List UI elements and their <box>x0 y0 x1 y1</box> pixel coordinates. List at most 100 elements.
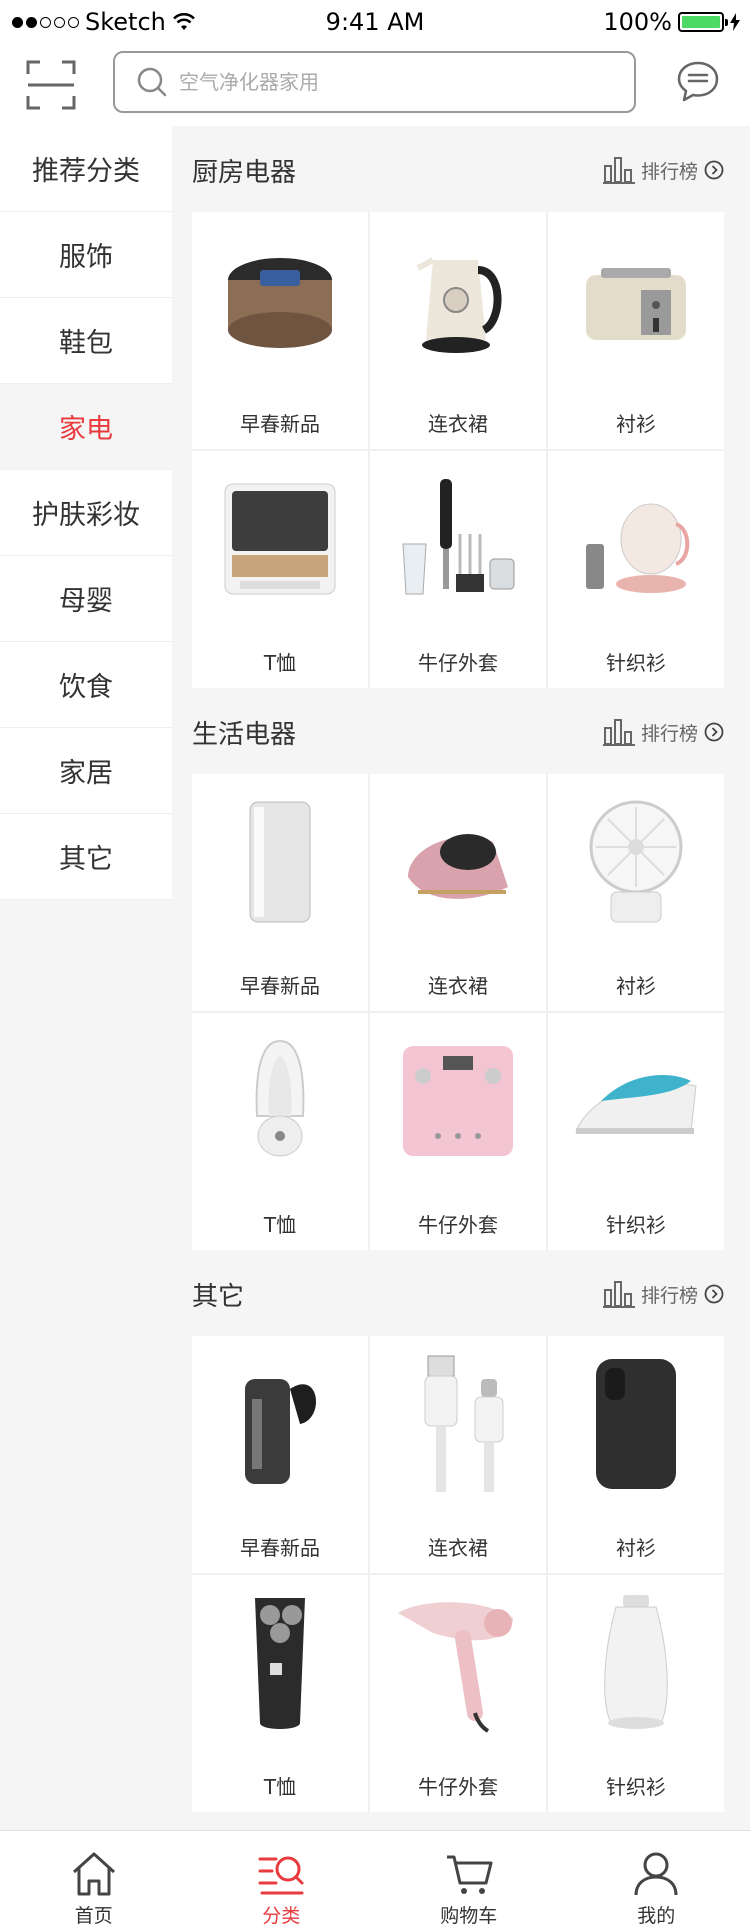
category-content: 厨房电器 排行榜 早春新品 连衣裙 衬衫 T恤 牛仔外套 针织衫 生活电器 排行… <box>192 126 724 1812</box>
product-item[interactable]: 针织衫 <box>548 451 724 688</box>
battery-info: 100% <box>603 8 740 36</box>
sidebar-item-recommended[interactable]: 推荐分类 <box>0 126 172 212</box>
steam-iron-icon <box>575 1075 697 1134</box>
section-header: 厨房电器 排行榜 <box>192 126 724 212</box>
ranking-link[interactable]: 排行榜 <box>602 156 724 184</box>
product-label: 衬衫 <box>616 412 656 436</box>
product-label: 牛仔外套 <box>418 651 498 675</box>
home-icon <box>72 1852 115 1896</box>
product-item[interactable]: T恤 <box>192 1575 368 1812</box>
bluetooth-headset-icon <box>245 1379 317 1484</box>
product-label: 衬衫 <box>616 974 656 998</box>
product-label: 连衣裙 <box>428 412 488 436</box>
product-item[interactable]: 早春新品 <box>192 774 368 1011</box>
hand-blender-icon <box>402 479 515 595</box>
tab-bar: 首页 分类 购物车 我的 <box>0 1830 750 1930</box>
product-item[interactable]: 牛仔外套 <box>370 1013 546 1250</box>
product-label: 早春新品 <box>240 1536 320 1560</box>
product-item[interactable]: 牛仔外套 <box>370 1575 546 1812</box>
section-kitchen-appliances: 厨房电器 排行榜 早春新品 连衣裙 衬衫 T恤 牛仔外套 针织衫 <box>192 126 724 688</box>
product-item[interactable]: 衬衫 <box>548 774 724 1011</box>
section-title: 生活电器 <box>192 720 297 750</box>
sidebar-item-baby[interactable]: 母婴 <box>0 556 172 642</box>
user-icon <box>634 1852 678 1896</box>
product-label: T恤 <box>263 651 297 675</box>
section-header: 其它 排行榜 <box>192 1250 724 1336</box>
ranking-label: 排行榜 <box>640 160 698 183</box>
category-sidebar: 推荐分类 服饰 鞋包 家电 护肤彩妆 母婴 饮食 家居 其它 <box>0 126 172 900</box>
ranking-link[interactable]: 排行榜 <box>602 718 724 746</box>
tab-label: 分类 <box>262 1905 301 1927</box>
sidebar-item-shoes-bags[interactable]: 鞋包 <box>0 298 172 384</box>
humidifier-icon <box>604 1595 668 1729</box>
product-item[interactable]: T恤 <box>192 451 368 688</box>
product-item[interactable]: 针织衫 <box>548 1575 724 1812</box>
product-grid: 早春新品 连衣裙 衬衫 T恤 牛仔外套 针织衫 <box>192 1336 724 1812</box>
toaster-icon <box>586 268 686 340</box>
product-item[interactable]: 衬衫 <box>548 1336 724 1573</box>
tab-category[interactable]: 分类 <box>188 1831 376 1930</box>
section-other: 其它 排行榜 早春新品 连衣裙 衬衫 T恤 牛仔外套 针织衫 <box>192 1250 724 1812</box>
product-item[interactable]: 连衣裙 <box>370 1336 546 1573</box>
status-bar: Sketch 9:41 AM 100% <box>0 0 750 44</box>
product-item[interactable]: 牛仔外套 <box>370 451 546 688</box>
product-item[interactable]: 针织衫 <box>548 1013 724 1250</box>
hair-dryer-icon <box>398 1602 513 1733</box>
product-item[interactable]: 衬衫 <box>548 212 724 449</box>
product-label: 牛仔外套 <box>418 1775 498 1799</box>
ranking-label: 排行榜 <box>640 1284 698 1307</box>
search-icon <box>137 67 167 97</box>
product-item[interactable]: T恤 <box>192 1013 368 1250</box>
sidebar-item-food[interactable]: 饮食 <box>0 642 172 728</box>
header <box>0 44 750 126</box>
product-label: 早春新品 <box>240 412 320 436</box>
sidebar-item-home[interactable]: 家居 <box>0 728 172 814</box>
phone-case-icon <box>596 1359 676 1489</box>
bar-chart-icon <box>602 1281 635 1308</box>
product-grid: 早春新品 连衣裙 衬衫 T恤 牛仔外套 针织衫 <box>192 212 724 688</box>
product-label: 衬衫 <box>616 1536 656 1560</box>
sidebar-item-appliances[interactable]: 家电 <box>0 384 172 470</box>
search-bar[interactable] <box>113 51 636 113</box>
charging-icon <box>730 13 740 31</box>
section-home-appliances: 生活电器 排行榜 早春新品 连衣裙 衬衫 T恤 牛仔外套 针织衫 <box>192 688 724 1250</box>
tab-label: 购物车 <box>440 1905 498 1927</box>
product-label: 连衣裙 <box>428 974 488 998</box>
mite-vacuum-icon <box>408 834 508 899</box>
dishwasher-icon <box>224 483 336 595</box>
product-item[interactable]: 早春新品 <box>192 212 368 449</box>
tab-label: 我的 <box>637 1905 676 1927</box>
section-header: 生活电器 排行榜 <box>192 688 724 774</box>
battery-percent: 100% <box>603 8 672 36</box>
section-title: 其它 <box>192 1282 245 1312</box>
product-item[interactable]: 连衣裙 <box>370 212 546 449</box>
product-item[interactable]: 连衣裙 <box>370 774 546 1011</box>
product-grid: 早春新品 连衣裙 衬衫 T恤 牛仔外套 针织衫 <box>192 774 724 1250</box>
ranking-label: 排行榜 <box>640 722 698 745</box>
usb-cable-icon <box>424 1355 504 1492</box>
product-label: 针织衫 <box>606 1775 666 1799</box>
sidebar-item-beauty[interactable]: 护肤彩妆 <box>0 470 172 556</box>
tab-label: 首页 <box>74 1905 113 1927</box>
section-title: 厨房电器 <box>192 158 297 188</box>
ranking-link[interactable]: 排行榜 <box>602 1280 724 1308</box>
product-label: 牛仔外套 <box>418 1213 498 1237</box>
product-label: T恤 <box>263 1775 297 1799</box>
tab-profile[interactable]: 我的 <box>563 1831 750 1930</box>
product-item[interactable]: 早春新品 <box>192 1336 368 1573</box>
category-search-icon <box>258 1856 304 1895</box>
cart-icon <box>446 1855 493 1894</box>
chevron-right-icon <box>704 160 724 180</box>
tab-home[interactable]: 首页 <box>0 1831 188 1930</box>
sidebar-item-other[interactable]: 其它 <box>0 814 172 900</box>
battery-icon <box>678 12 728 32</box>
message-icon[interactable] <box>674 58 722 106</box>
tab-cart[interactable]: 购物车 <box>375 1831 563 1930</box>
health-pot-icon <box>586 503 690 593</box>
chevron-right-icon <box>704 722 724 742</box>
sidebar-item-apparel[interactable]: 服饰 <box>0 212 172 298</box>
kettle-icon <box>416 257 502 353</box>
scan-icon[interactable] <box>26 60 76 110</box>
desk-fan-icon <box>589 800 683 923</box>
search-input[interactable] <box>179 70 609 94</box>
